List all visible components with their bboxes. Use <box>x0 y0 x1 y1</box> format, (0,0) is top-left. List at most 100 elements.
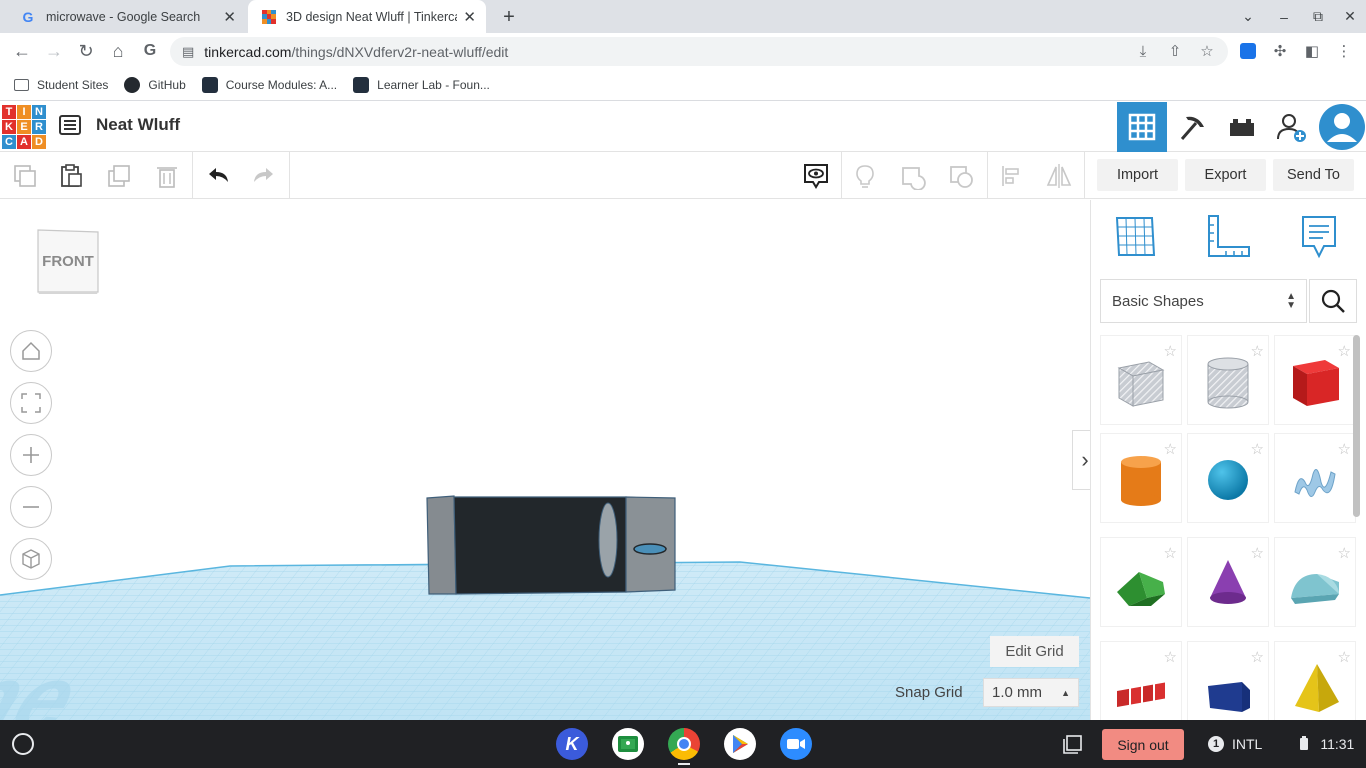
shape-category-select[interactable]: Basic Shapes ▲ ▼ <box>1100 279 1307 323</box>
favorite-star-icon[interactable]: ☆ <box>1251 544 1264 562</box>
ruler-tool-icon[interactable] <box>1206 213 1252 264</box>
chrome-app-icon[interactable] <box>668 728 700 760</box>
site-info-icon[interactable]: ▤ <box>182 44 194 60</box>
duplicate-icon[interactable] <box>96 152 142 199</box>
ungroup-icon[interactable] <box>939 152 985 199</box>
copy-icon[interactable] <box>2 152 48 199</box>
invite-user-button[interactable] <box>1267 102 1317 152</box>
share-icon[interactable]: ⇧ <box>1160 33 1190 69</box>
favorite-star-icon[interactable]: ☆ <box>1338 440 1351 458</box>
extensions-puzzle-icon[interactable]: ✣ <box>1265 33 1295 69</box>
bookmark-course-modules[interactable]: Course Modules: A... <box>201 76 337 93</box>
tab-search-icon[interactable]: ⌄ <box>1231 0 1265 33</box>
tab-google-search[interactable]: G microwave - Google Search ✕ <box>6 0 246 33</box>
shape-tile[interactable]: ☆ <box>1187 537 1269 627</box>
close-icon[interactable]: ✕ <box>463 8 476 26</box>
window-close-icon[interactable]: ✕ <box>1333 0 1366 33</box>
notes-visibility-icon[interactable] <box>793 152 839 199</box>
sign-out-button[interactable]: Sign out <box>1102 729 1184 760</box>
undo-icon[interactable] <box>195 152 241 199</box>
shape-tile[interactable]: ☆ <box>1274 335 1356 425</box>
mirror-icon[interactable] <box>1036 152 1082 199</box>
redo-icon[interactable] <box>241 152 287 199</box>
paste-icon[interactable] <box>48 152 94 199</box>
profile-avatar[interactable] <box>1317 102 1366 152</box>
favorite-star-icon[interactable]: ☆ <box>1338 342 1351 360</box>
browser-toolbar: ← → ↻ ⌂ G ▤ tinkercad.com/things/dNXVdfe… <box>0 33 1366 69</box>
favorite-star-icon[interactable]: ☆ <box>1338 544 1351 562</box>
shape-tile[interactable]: ☆ <box>1274 433 1356 523</box>
3d-view-button[interactable] <box>1117 102 1167 152</box>
status-tray[interactable]: 1 INTL 11:31 <box>1200 720 1354 768</box>
shape-tile[interactable]: ☆ <box>1274 537 1356 627</box>
forward-icon[interactable]: → <box>38 33 70 69</box>
shape-tile[interactable]: ☆ <box>1187 433 1269 523</box>
edit-grid-button[interactable]: Edit Grid <box>990 636 1079 667</box>
home-view-button[interactable] <box>10 330 52 372</box>
shape-tile[interactable]: ☆ <box>1100 335 1182 425</box>
fit-view-button[interactable] <box>10 382 52 424</box>
kami-app-icon[interactable]: K <box>556 728 588 760</box>
home-icon[interactable]: ⌂ <box>102 33 134 69</box>
shape-tile[interactable]: ☆ <box>1187 641 1269 731</box>
zoom-out-button[interactable] <box>10 486 52 528</box>
model-object[interactable] <box>426 495 676 595</box>
play-store-app-icon[interactable] <box>724 728 756 760</box>
shapes-scrollbar[interactable] <box>1353 335 1360 517</box>
restore-icon[interactable]: ⧉ <box>1301 0 1335 33</box>
snap-grid-select[interactable]: 1.0 mm ▲ <box>983 678 1079 707</box>
group-icon[interactable] <box>890 152 936 199</box>
reload-icon[interactable]: ↻ <box>70 33 102 69</box>
bookmark-github[interactable]: GitHub <box>124 76 186 93</box>
back-icon[interactable]: ← <box>6 33 38 69</box>
design-title[interactable]: Neat Wluff <box>96 115 180 135</box>
favorite-star-icon[interactable]: ☆ <box>1251 440 1264 458</box>
side-panel-icon[interactable]: ◧ <box>1297 33 1327 69</box>
zoom-in-button[interactable] <box>10 434 52 476</box>
bookmark-learner-lab[interactable]: Learner Lab - Foun... <box>353 76 490 93</box>
workplane-viewport[interactable]: plane FRONT <box>0 200 1090 720</box>
bookmark-student-sites[interactable]: Student Sites <box>14 78 108 92</box>
shape-tile[interactable]: ☆ <box>1100 433 1182 523</box>
perspective-button[interactable] <box>10 538 52 580</box>
zoom-app-icon[interactable] <box>780 728 812 760</box>
favorite-star-icon[interactable]: ☆ <box>1338 648 1351 666</box>
chrome-menu-icon[interactable]: ⋮ <box>1329 33 1359 69</box>
tote-icon[interactable] <box>1062 733 1084 755</box>
workplane-tool-icon[interactable] <box>1114 213 1156 264</box>
shape-tile[interactable]: ☆ <box>1274 641 1356 731</box>
classroom-app-icon[interactable] <box>612 728 644 760</box>
shape-tile[interactable]: ☆ <box>1100 641 1182 731</box>
favorite-star-icon[interactable]: ☆ <box>1164 342 1177 360</box>
tinkercad-logo[interactable]: TIN KER CAD <box>2 105 46 149</box>
shape-tile[interactable]: ☆ <box>1100 537 1182 627</box>
light-bulb-icon[interactable] <box>842 152 888 199</box>
import-button[interactable]: Import <box>1097 159 1178 191</box>
favorite-star-icon[interactable]: ☆ <box>1251 648 1264 666</box>
google-lens-icon[interactable]: G <box>134 33 166 69</box>
notes-tool-icon[interactable] <box>1300 214 1338 265</box>
address-bar[interactable]: ▤ tinkercad.com/things/dNXVdferv2r-neat-… <box>170 37 1228 66</box>
install-icon[interactable]: ⤓ <box>1128 33 1158 69</box>
favorite-star-icon[interactable]: ☆ <box>1164 648 1177 666</box>
design-list-icon[interactable] <box>58 113 82 137</box>
codeblocks-button[interactable] <box>1167 102 1217 152</box>
extension-globe-icon[interactable] <box>1233 33 1263 69</box>
favorite-star-icon[interactable]: ☆ <box>1164 440 1177 458</box>
favorite-star-icon[interactable]: ☆ <box>1164 544 1177 562</box>
bookmark-star-icon[interactable]: ☆ <box>1192 33 1222 69</box>
bricks-button[interactable] <box>1217 102 1267 152</box>
export-button[interactable]: Export <box>1185 159 1266 191</box>
delete-icon[interactable] <box>144 152 190 199</box>
close-icon[interactable]: ✕ <box>223 8 236 26</box>
shape-tile[interactable]: ☆ <box>1187 335 1269 425</box>
new-tab-button[interactable]: + <box>496 6 522 28</box>
minimize-icon[interactable]: – <box>1267 0 1301 33</box>
view-cube[interactable]: FRONT <box>34 228 100 296</box>
send-to-button[interactable]: Send To <box>1273 159 1354 191</box>
favorite-star-icon[interactable]: ☆ <box>1251 342 1264 360</box>
launcher-icon[interactable] <box>12 733 34 755</box>
tab-tinkercad[interactable]: 3D design Neat Wluff | Tinkercad ✕ <box>248 0 486 33</box>
align-icon[interactable] <box>988 152 1034 199</box>
shape-search-button[interactable] <box>1309 279 1357 323</box>
